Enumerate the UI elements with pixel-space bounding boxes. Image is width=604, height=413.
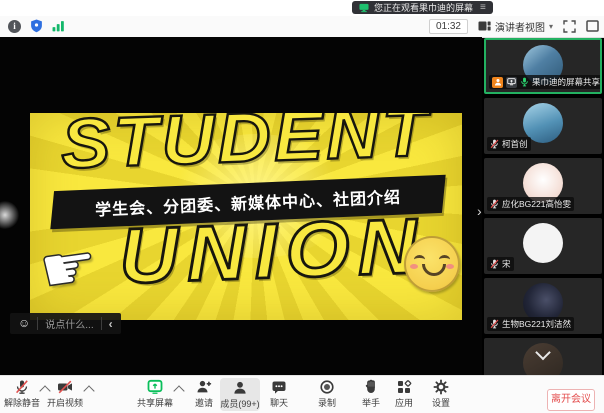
chat-icon — [271, 379, 287, 395]
view-mode-caret-icon: ▾ — [549, 22, 553, 31]
tool-label: 举手 — [362, 396, 380, 409]
tool-label: 邀请 — [195, 396, 213, 409]
record-button[interactable]: 录制 — [307, 379, 347, 409]
participant-tile[interactable]: 生物BG221刘洁然 — [484, 278, 602, 334]
smiley-face-icon — [404, 236, 460, 292]
smiley-mouth — [422, 264, 446, 276]
chat-button[interactable]: 聊天 — [259, 379, 299, 409]
mic-muted-icon — [490, 139, 499, 149]
speaker-view-icon — [478, 20, 491, 32]
network-signal-icon[interactable] — [52, 20, 65, 32]
share-screen-button[interactable]: 共享屏幕 — [135, 379, 175, 409]
tool-label: 聊天 — [270, 396, 288, 409]
participant-namebar: 宋 — [487, 257, 514, 271]
participant-namebar: 生物BG221刘洁然 — [487, 317, 574, 331]
avatar — [523, 223, 563, 263]
tool-label: 成员(99+) — [220, 397, 259, 410]
camera-off-icon — [57, 379, 73, 395]
divider — [37, 317, 38, 330]
mic-muted-icon — [490, 259, 499, 269]
mic-muted-icon — [490, 319, 499, 329]
quick-chat-bar[interactable]: ☺ 说点什么... ‹ — [10, 313, 121, 334]
slide-title-student: STUDENT — [60, 113, 431, 179]
tool-label: 解除静音 — [4, 396, 40, 409]
screen-share-badge-icon — [506, 77, 517, 88]
video-options-chevron-icon[interactable] — [83, 385, 94, 396]
badge-menu-icon[interactable]: ≡ — [480, 2, 486, 13]
leave-meeting-button[interactable]: 离开会议 — [547, 389, 595, 411]
participant-tile[interactable]: 柯首创 — [484, 98, 602, 154]
tool-label: 开启视频 — [47, 396, 83, 409]
share-options-chevron-icon[interactable] — [173, 385, 184, 396]
tool-label: 应用 — [395, 396, 413, 409]
start-video-button[interactable]: 开启视频 — [45, 379, 85, 409]
mic-muted-icon — [490, 199, 499, 209]
smiley-cheek — [446, 264, 454, 269]
tool-label: 录制 — [318, 396, 336, 409]
watching-badge-text: 您正在观看果巾迪的屏幕 — [374, 1, 473, 14]
participant-namebar: 柯首创 — [487, 137, 531, 151]
participant-name: 宋 — [502, 258, 511, 270]
watching-screen-badge[interactable]: 您正在观看果巾迪的屏幕 ≡ — [352, 1, 493, 14]
meeting-window: 您正在观看果巾迪的屏幕 ≡ i 01:32 — [0, 0, 604, 413]
bottom-toolbar: 解除静音 开启视频 共享屏幕 — [0, 375, 604, 413]
participant-name: 生物BG221刘洁然 — [502, 318, 571, 330]
meeting-info-icon[interactable]: i — [8, 20, 21, 33]
mic-off-icon — [14, 379, 30, 395]
left-edge-glow — [0, 201, 19, 229]
tool-label: 设置 — [432, 396, 450, 409]
fullscreen-icon[interactable] — [563, 20, 576, 33]
participant-name: 柯首创 — [502, 138, 528, 150]
tool-label: 共享屏幕 — [137, 396, 173, 409]
share-screen-icon — [147, 379, 163, 395]
divider — [101, 317, 102, 330]
chat-input[interactable]: 说点什么... — [45, 316, 93, 331]
menubar-right-controls: 01:32 演讲者视图 ▾ — [429, 18, 599, 34]
chat-collapse-icon[interactable]: ‹ — [109, 317, 113, 331]
meeting-timer: 01:32 — [429, 19, 468, 34]
invite-icon — [196, 379, 212, 395]
participants-sidebar: 果巾迪的屏幕共享 柯首创 应化BG2 — [484, 38, 602, 375]
pointing-hand-icon: ☛ — [35, 229, 102, 306]
sidebar-collapse-icon[interactable]: › — [477, 204, 482, 218]
participant-tile[interactable]: 宋 — [484, 218, 602, 274]
security-shield-icon[interactable] — [30, 19, 43, 33]
host-badge-icon — [492, 77, 503, 88]
raise-hand-icon — [363, 379, 379, 395]
smiley-eye — [414, 255, 425, 264]
apps-button[interactable]: 应用 — [384, 379, 424, 409]
menubar: i 01:32 演讲者视图 ▾ — [0, 16, 604, 38]
smiley-cheek — [410, 264, 418, 269]
mic-on-icon — [520, 77, 529, 87]
menubar-left-icons: i — [8, 19, 65, 33]
view-mode-label: 演讲者视图 — [495, 19, 545, 34]
members-icon — [232, 380, 248, 396]
participant-tile[interactable]: 应化BG221高怡雯 — [484, 158, 602, 214]
participant-tile-partial[interactable] — [484, 338, 602, 375]
participant-name: 果巾迪的屏幕共享 — [532, 76, 600, 88]
window-layout-icon[interactable] — [586, 20, 599, 32]
record-icon — [319, 379, 335, 395]
view-mode-selector[interactable]: 演讲者视图 ▾ — [478, 19, 553, 34]
participant-namebar: 果巾迪的屏幕共享 — [489, 75, 602, 89]
participant-namebar: 应化BG221高怡雯 — [487, 197, 574, 211]
smiley-eye — [439, 255, 450, 264]
members-button[interactable]: 成员(99+) — [220, 378, 260, 411]
slide-title-union: UNION — [118, 206, 426, 295]
settings-gear-icon — [433, 379, 449, 395]
participant-tile-sharing[interactable]: 果巾迪的屏幕共享 — [484, 38, 602, 94]
emoji-picker-icon[interactable]: ☺ — [18, 313, 30, 334]
shared-screen-stage: STUDENT 学生会、分团委、新媒体中心、社团介绍 UNION ☛ ☺ 说点什… — [0, 37, 482, 375]
screen-share-monitor-icon — [359, 3, 369, 13]
apps-icon — [396, 379, 412, 395]
invite-button[interactable]: 邀请 — [184, 379, 224, 409]
participant-name: 应化BG221高怡雯 — [502, 198, 571, 210]
presentation-slide: STUDENT 学生会、分团委、新媒体中心、社团介绍 UNION ☛ — [30, 113, 462, 320]
unmute-button[interactable]: 解除静音 — [2, 379, 42, 409]
settings-button[interactable]: 设置 — [421, 379, 461, 409]
title-strip: 您正在观看果巾迪的屏幕 ≡ — [0, 0, 604, 16]
